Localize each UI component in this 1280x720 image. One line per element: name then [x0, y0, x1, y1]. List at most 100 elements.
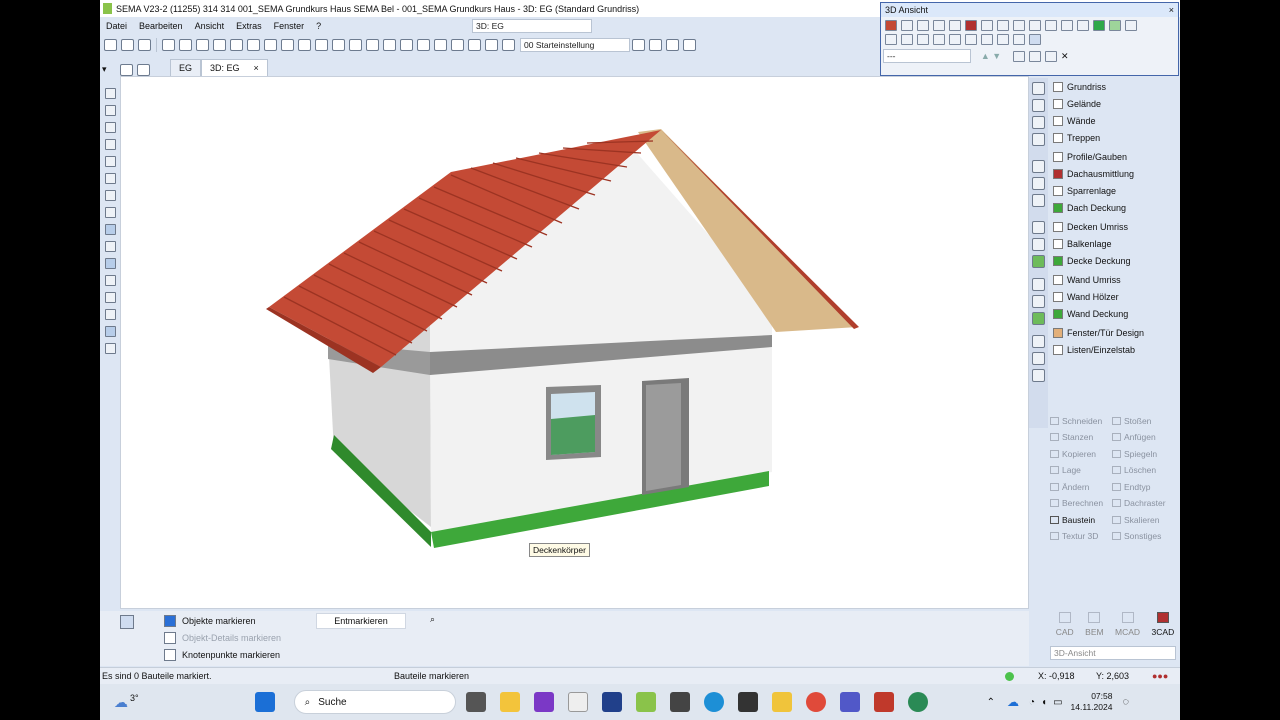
measure-icon[interactable] [400, 39, 413, 51]
dimension-icon[interactable] [451, 39, 464, 51]
house3-icon[interactable] [981, 20, 993, 31]
cat-listen-einzelstab[interactable]: Listen/Einzelstab [1031, 341, 1179, 358]
zoom-window-icon[interactable] [247, 39, 260, 51]
compare-icon[interactable] [683, 39, 696, 51]
open-icon[interactable] [104, 39, 117, 51]
search-icon[interactable] [1029, 50, 1041, 62]
layers-icon[interactable] [417, 39, 430, 51]
windows-start-icon[interactable] [254, 692, 275, 712]
hatch-icon[interactable] [434, 39, 447, 51]
op-baustein[interactable]: Baustein [1050, 513, 1112, 527]
tray-chevron-icon[interactable]: ⌃ [987, 697, 995, 708]
view-icon[interactable] [332, 39, 345, 51]
cat-dach-deckung[interactable]: Dach Deckung [1031, 199, 1179, 216]
mode-select[interactable]: 3D-Ansicht [1050, 646, 1176, 660]
tab-layout-icon[interactable] [120, 64, 133, 76]
house2-icon[interactable] [949, 20, 961, 31]
brush-icon[interactable] [383, 39, 396, 51]
ortho-icon[interactable] [105, 156, 116, 167]
light-icon[interactable] [933, 34, 945, 45]
explorer-icon[interactable] [499, 692, 520, 712]
select-nodes[interactable]: Knotenpunkte markieren [164, 649, 280, 661]
clock[interactable]: 07:58 14.11.2024 [1071, 691, 1113, 713]
deselect-button[interactable]: Entmarkieren [316, 613, 406, 629]
layers-stack-icon[interactable] [120, 615, 134, 629]
tool-icon[interactable] [121, 39, 134, 51]
angle-icon[interactable] [105, 139, 116, 150]
preview-icon[interactable] [213, 39, 226, 51]
house-icon[interactable] [933, 20, 945, 31]
wall-icon[interactable] [105, 343, 116, 354]
op-endtyp[interactable]: Endtyp [1112, 480, 1178, 494]
panel-close-icon[interactable]: × [1169, 5, 1174, 15]
parallel-icon[interactable] [105, 275, 116, 286]
box-icon[interactable] [105, 309, 116, 320]
house-red-icon[interactable] [885, 20, 897, 31]
eye-settings-icon[interactable] [502, 39, 515, 51]
grid-icon[interactable] [105, 207, 116, 218]
op-stanzen[interactable]: Stanzen [1050, 431, 1112, 445]
menu-extras[interactable]: Extras [230, 21, 268, 31]
task-view-icon[interactable] [465, 692, 486, 712]
layers-icon[interactable] [981, 34, 993, 45]
cube-selected-icon[interactable] [1109, 20, 1121, 31]
app-green-icon[interactable] [907, 692, 928, 712]
select-objects[interactable]: Objekte markieren [164, 615, 256, 627]
tab-3d-eg[interactable]: 3D: EG × [201, 59, 268, 76]
notifications-icon[interactable]: ◌ [1122, 696, 1129, 708]
menu-fenster[interactable]: Fenster [268, 21, 311, 31]
menu-ansicht[interactable]: Ansicht [189, 21, 231, 31]
teams-icon[interactable] [839, 692, 860, 712]
eye-icon[interactable] [632, 39, 645, 51]
tab-eg[interactable]: EG [170, 59, 202, 76]
gear-icon[interactable] [666, 39, 679, 51]
intersect-icon[interactable] [105, 173, 116, 184]
snap-icon[interactable] [105, 88, 116, 99]
tab-menu-icon[interactable]: ▾ [102, 64, 116, 76]
point-icon[interactable] [105, 105, 116, 116]
menu-datei[interactable]: Datei [100, 21, 133, 31]
tool-cat-icon[interactable] [1032, 369, 1045, 382]
block-red-icon[interactable] [965, 20, 977, 31]
eye-icon[interactable] [997, 34, 1009, 45]
up-down-arrows[interactable]: ▲ ▼ [971, 51, 1011, 61]
camera-icon[interactable] [885, 34, 897, 45]
orbit-icon[interactable] [315, 39, 328, 51]
start-setting-select[interactable]: 00 Starteinstellung [520, 38, 630, 52]
music-icon[interactable] [1029, 34, 1041, 45]
battery-icon[interactable]: ▭ [1053, 697, 1062, 708]
delete-icon[interactable]: ✕ [1061, 51, 1073, 62]
copy-icon[interactable] [1045, 50, 1057, 62]
op-skalieren[interactable]: Skalieren [1112, 513, 1178, 527]
search-select-icon[interactable]: ⌕ [430, 614, 444, 628]
print-icon[interactable] [196, 39, 209, 51]
stack-icon[interactable] [965, 34, 977, 45]
select-object-details[interactable]: Objekt-Details markieren [164, 632, 281, 644]
taskbar-search[interactable]: ⌕ Suche [293, 690, 456, 714]
zoom-fit-icon[interactable] [230, 39, 243, 51]
cat-wand-deckung[interactable]: Wand Deckung [1031, 305, 1179, 322]
node-icon[interactable] [105, 190, 116, 201]
app-blue-icon[interactable] [601, 692, 622, 712]
op-loeschen[interactable]: Löschen [1112, 464, 1178, 478]
view-select[interactable]: 3D: EG [472, 19, 592, 33]
op-lage[interactable]: Lage [1050, 464, 1112, 478]
wall-icon[interactable] [917, 20, 929, 31]
tab-close-icon[interactable]: × [254, 63, 259, 73]
cat-gelaende[interactable]: Gelände [1031, 95, 1179, 112]
arrow-left-icon[interactable] [1013, 20, 1025, 31]
pencil-icon[interactable] [468, 39, 481, 51]
cube-icon[interactable] [1061, 20, 1073, 31]
snap-edge-icon[interactable] [105, 224, 116, 235]
cat-waende[interactable]: Wände [1031, 112, 1179, 129]
perpendicular-icon[interactable] [105, 241, 116, 252]
menu-help[interactable]: ? [310, 21, 327, 31]
menu-bearbeiten[interactable]: Bearbeiten [133, 21, 189, 31]
op-kopieren[interactable]: Kopieren [1050, 447, 1112, 461]
app-red-icon[interactable] [873, 692, 894, 712]
snipping-icon[interactable] [737, 692, 758, 712]
camera2-icon[interactable] [901, 34, 913, 45]
chrome-icon[interactable] [805, 692, 826, 712]
roof-icon[interactable] [901, 20, 913, 31]
snap-surface-icon[interactable] [105, 258, 116, 269]
